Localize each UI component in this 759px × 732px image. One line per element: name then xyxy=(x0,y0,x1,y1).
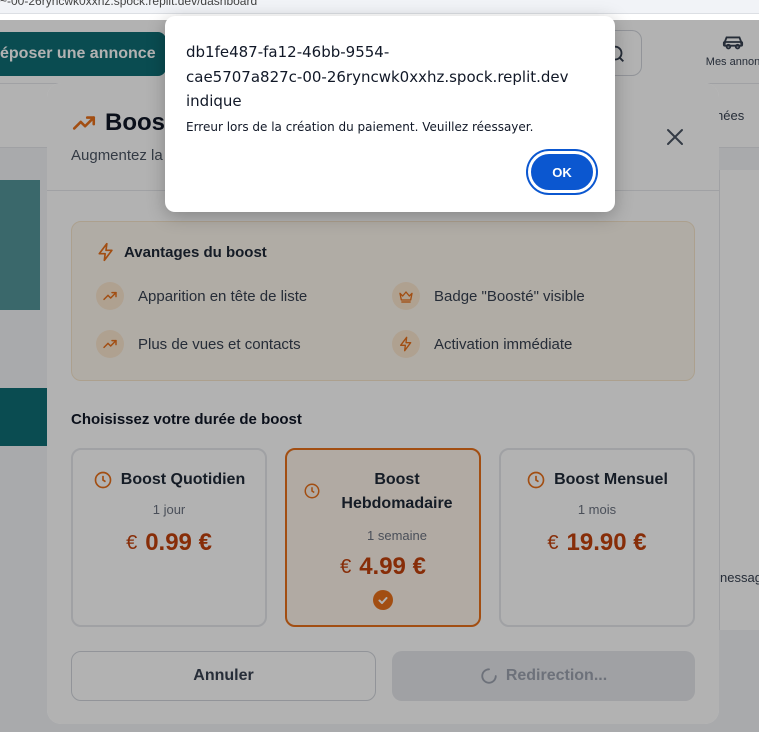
plan-price-value: 19.90 € xyxy=(566,529,647,556)
boost-advantages: Avantages du boost Apparition en tête de… xyxy=(71,221,695,381)
plan-price-value: 0.99 € xyxy=(145,529,212,556)
alert-message: Erreur lors de la création du paiement. … xyxy=(186,120,534,134)
advantages-title: Avantages du boost xyxy=(96,242,267,262)
plan-header: Boost Quotidien xyxy=(73,468,265,492)
zap-icon xyxy=(98,242,113,262)
clock-icon xyxy=(527,471,545,489)
advantages-title-text: Avantages du boost xyxy=(124,243,267,261)
plan-duration: 1 mois xyxy=(577,502,617,517)
plan-header: Boost Mensuel xyxy=(501,468,693,492)
alert-origin-line: db1fe487-fa12-46bb-9554- xyxy=(186,43,390,61)
plan-name-line1: Boost xyxy=(374,471,420,488)
selected-check-icon xyxy=(373,590,393,610)
cancel-button[interactable]: Annuler xyxy=(71,651,376,701)
advantage-label: Badge "Boosté" visible xyxy=(434,287,585,305)
plan-name: Boost Mensuel xyxy=(554,471,668,488)
advantage-item: Plus de vues et contacts xyxy=(96,330,301,358)
redirect-button[interactable]: Redirection... xyxy=(392,651,695,701)
redirect-label: Redirection... xyxy=(505,667,608,684)
clock-icon xyxy=(94,471,112,489)
plan-duration: 1 jour xyxy=(152,502,186,517)
plan-duration: 1 semaine xyxy=(367,528,427,543)
advantage-label: Activation immédiate xyxy=(434,335,573,353)
plan-card-weekly[interactable]: Boost Hebdomadaire 1 semaine € 4.99 € xyxy=(285,448,481,627)
plan-price: € 19.90 € xyxy=(501,529,693,557)
modal-title-text: Boost xyxy=(105,109,173,136)
plan-card-monthly[interactable]: Boost Mensuel 1 mois € 19.90 € xyxy=(499,448,695,627)
trending-up-icon xyxy=(96,330,124,358)
modal-title: Boost xyxy=(71,109,173,137)
browser-alert-dialog: db1fe487-fa12-46bb-9554- cae5707a827c-00… xyxy=(165,16,615,212)
modal-subtitle: Augmentez la xyxy=(71,147,163,164)
advantage-item: Apparition en tête de liste xyxy=(96,282,307,310)
clock-icon xyxy=(304,483,320,499)
alert-origin-line: indique xyxy=(186,92,242,110)
plan-name: Boost Quotidien xyxy=(120,471,246,488)
crown-icon xyxy=(392,282,420,310)
alert-origin-line: cae5707a827c-00-26ryncwk0xxhz.spock.repl… xyxy=(186,67,569,86)
spinner-icon xyxy=(481,668,497,684)
close-icon xyxy=(667,129,683,145)
plan-price: € 4.99 € xyxy=(287,553,479,581)
browser-url-bar[interactable]: ~-00-26ryncwk0xxhz.spock.replit.dev/dash… xyxy=(0,0,759,14)
plan-card-daily[interactable]: Boost Quotidien 1 jour € 0.99 € xyxy=(71,448,267,627)
advantage-label: Apparition en tête de liste xyxy=(138,287,308,305)
url-text: ~-00-26ryncwk0xxhz.spock.replit.dev/dash… xyxy=(0,0,258,8)
plan-price: € 0.99 € xyxy=(73,529,265,557)
trending-up-icon xyxy=(72,116,96,130)
zap-icon xyxy=(392,330,420,358)
choose-duration-title: Choisissez votre durée de boost xyxy=(71,411,302,428)
currency-symbol: € xyxy=(340,555,352,578)
alert-origin: db1fe487-fa12-46bb-9554- cae5707a827c-00… xyxy=(186,40,586,114)
ok-button[interactable]: OK xyxy=(528,151,596,193)
currency-symbol: € xyxy=(547,531,559,554)
advantage-label: Plus de vues et contacts xyxy=(138,335,301,353)
advantage-item: Activation immédiate xyxy=(392,330,572,358)
trending-up-icon xyxy=(96,282,124,310)
plan-name-line2: Hebdomadaire xyxy=(341,495,453,512)
close-button[interactable] xyxy=(659,121,691,153)
currency-symbol: € xyxy=(126,531,138,554)
advantage-item: Badge "Boosté" visible xyxy=(392,282,585,310)
plan-price-value: 4.99 € xyxy=(359,553,426,580)
